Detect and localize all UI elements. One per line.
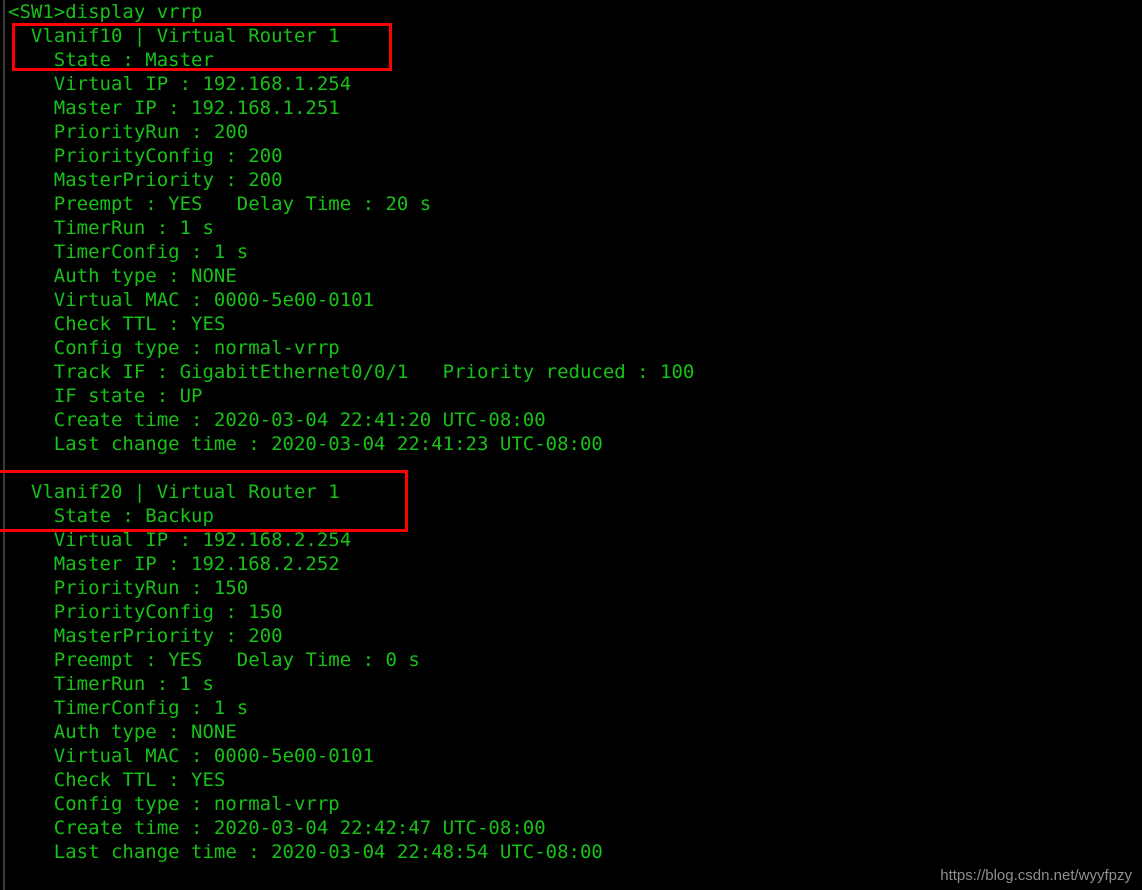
- output-line: Create time : 2020-03-04 22:42:47 UTC-08…: [8, 817, 546, 839]
- output-line: State : Backup: [8, 505, 214, 527]
- output-line: Virtual IP : 192.168.2.254: [8, 529, 352, 551]
- output-line: Virtual MAC : 0000-5e00-0101: [8, 745, 375, 767]
- output-line: Check TTL : YES: [8, 313, 226, 335]
- output-line: TimerConfig : 1 s: [8, 697, 249, 719]
- output-line: TimerRun : 1 s: [8, 673, 214, 695]
- output-line: Preempt : YES Delay Time : 20 s: [8, 193, 432, 215]
- output-line: State : Master: [8, 49, 214, 71]
- output-line: Config type : normal-vrrp: [8, 337, 340, 359]
- output-line: PriorityConfig : 200: [8, 145, 283, 167]
- output-line: Auth type : NONE: [8, 265, 237, 287]
- output-line: Last change time : 2020-03-04 22:48:54 U…: [8, 841, 603, 863]
- output-line: Virtual IP : 192.168.1.254: [8, 73, 352, 95]
- output-line: TimerRun : 1 s: [8, 217, 214, 239]
- output-line: Master IP : 192.168.1.251: [8, 97, 340, 119]
- prompt-line: <SW1>display vrrp: [8, 1, 203, 23]
- output-line: Create time : 2020-03-04 22:41:20 UTC-08…: [8, 409, 546, 431]
- output-line: IF state : UP: [8, 385, 203, 407]
- output-line: Config type : normal-vrrp: [8, 793, 340, 815]
- output-line: Track IF : GigabitEthernet0/0/1 Priority…: [8, 361, 695, 383]
- output-line: PriorityRun : 200: [8, 121, 249, 143]
- output-line: Auth type : NONE: [8, 721, 237, 743]
- output-line: PriorityConfig : 150: [8, 601, 283, 623]
- output-line: Vlanif10 | Virtual Router 1: [8, 25, 340, 47]
- terminal-window[interactable]: <SW1>display vrrp Vlanif10 | Virtual Rou…: [0, 0, 1142, 890]
- output-line: Preempt : YES Delay Time : 0 s: [8, 649, 420, 671]
- output-line: Check TTL : YES: [8, 769, 226, 791]
- output-line: Last change time : 2020-03-04 22:41:23 U…: [8, 433, 603, 455]
- output-line: Master IP : 192.168.2.252: [8, 553, 340, 575]
- output-line: PriorityRun : 150: [8, 577, 249, 599]
- output-line: Vlanif20 | Virtual Router 1: [8, 481, 340, 503]
- output-line: TimerConfig : 1 s: [8, 241, 249, 263]
- console-output: <SW1>display vrrp Vlanif10 | Virtual Rou…: [0, 0, 1142, 864]
- output-line: MasterPriority : 200: [8, 169, 283, 191]
- output-line: Virtual MAC : 0000-5e00-0101: [8, 289, 375, 311]
- watermark-url: https://blog.csdn.net/wyyfpzy: [940, 867, 1132, 884]
- output-line: MasterPriority : 200: [8, 625, 283, 647]
